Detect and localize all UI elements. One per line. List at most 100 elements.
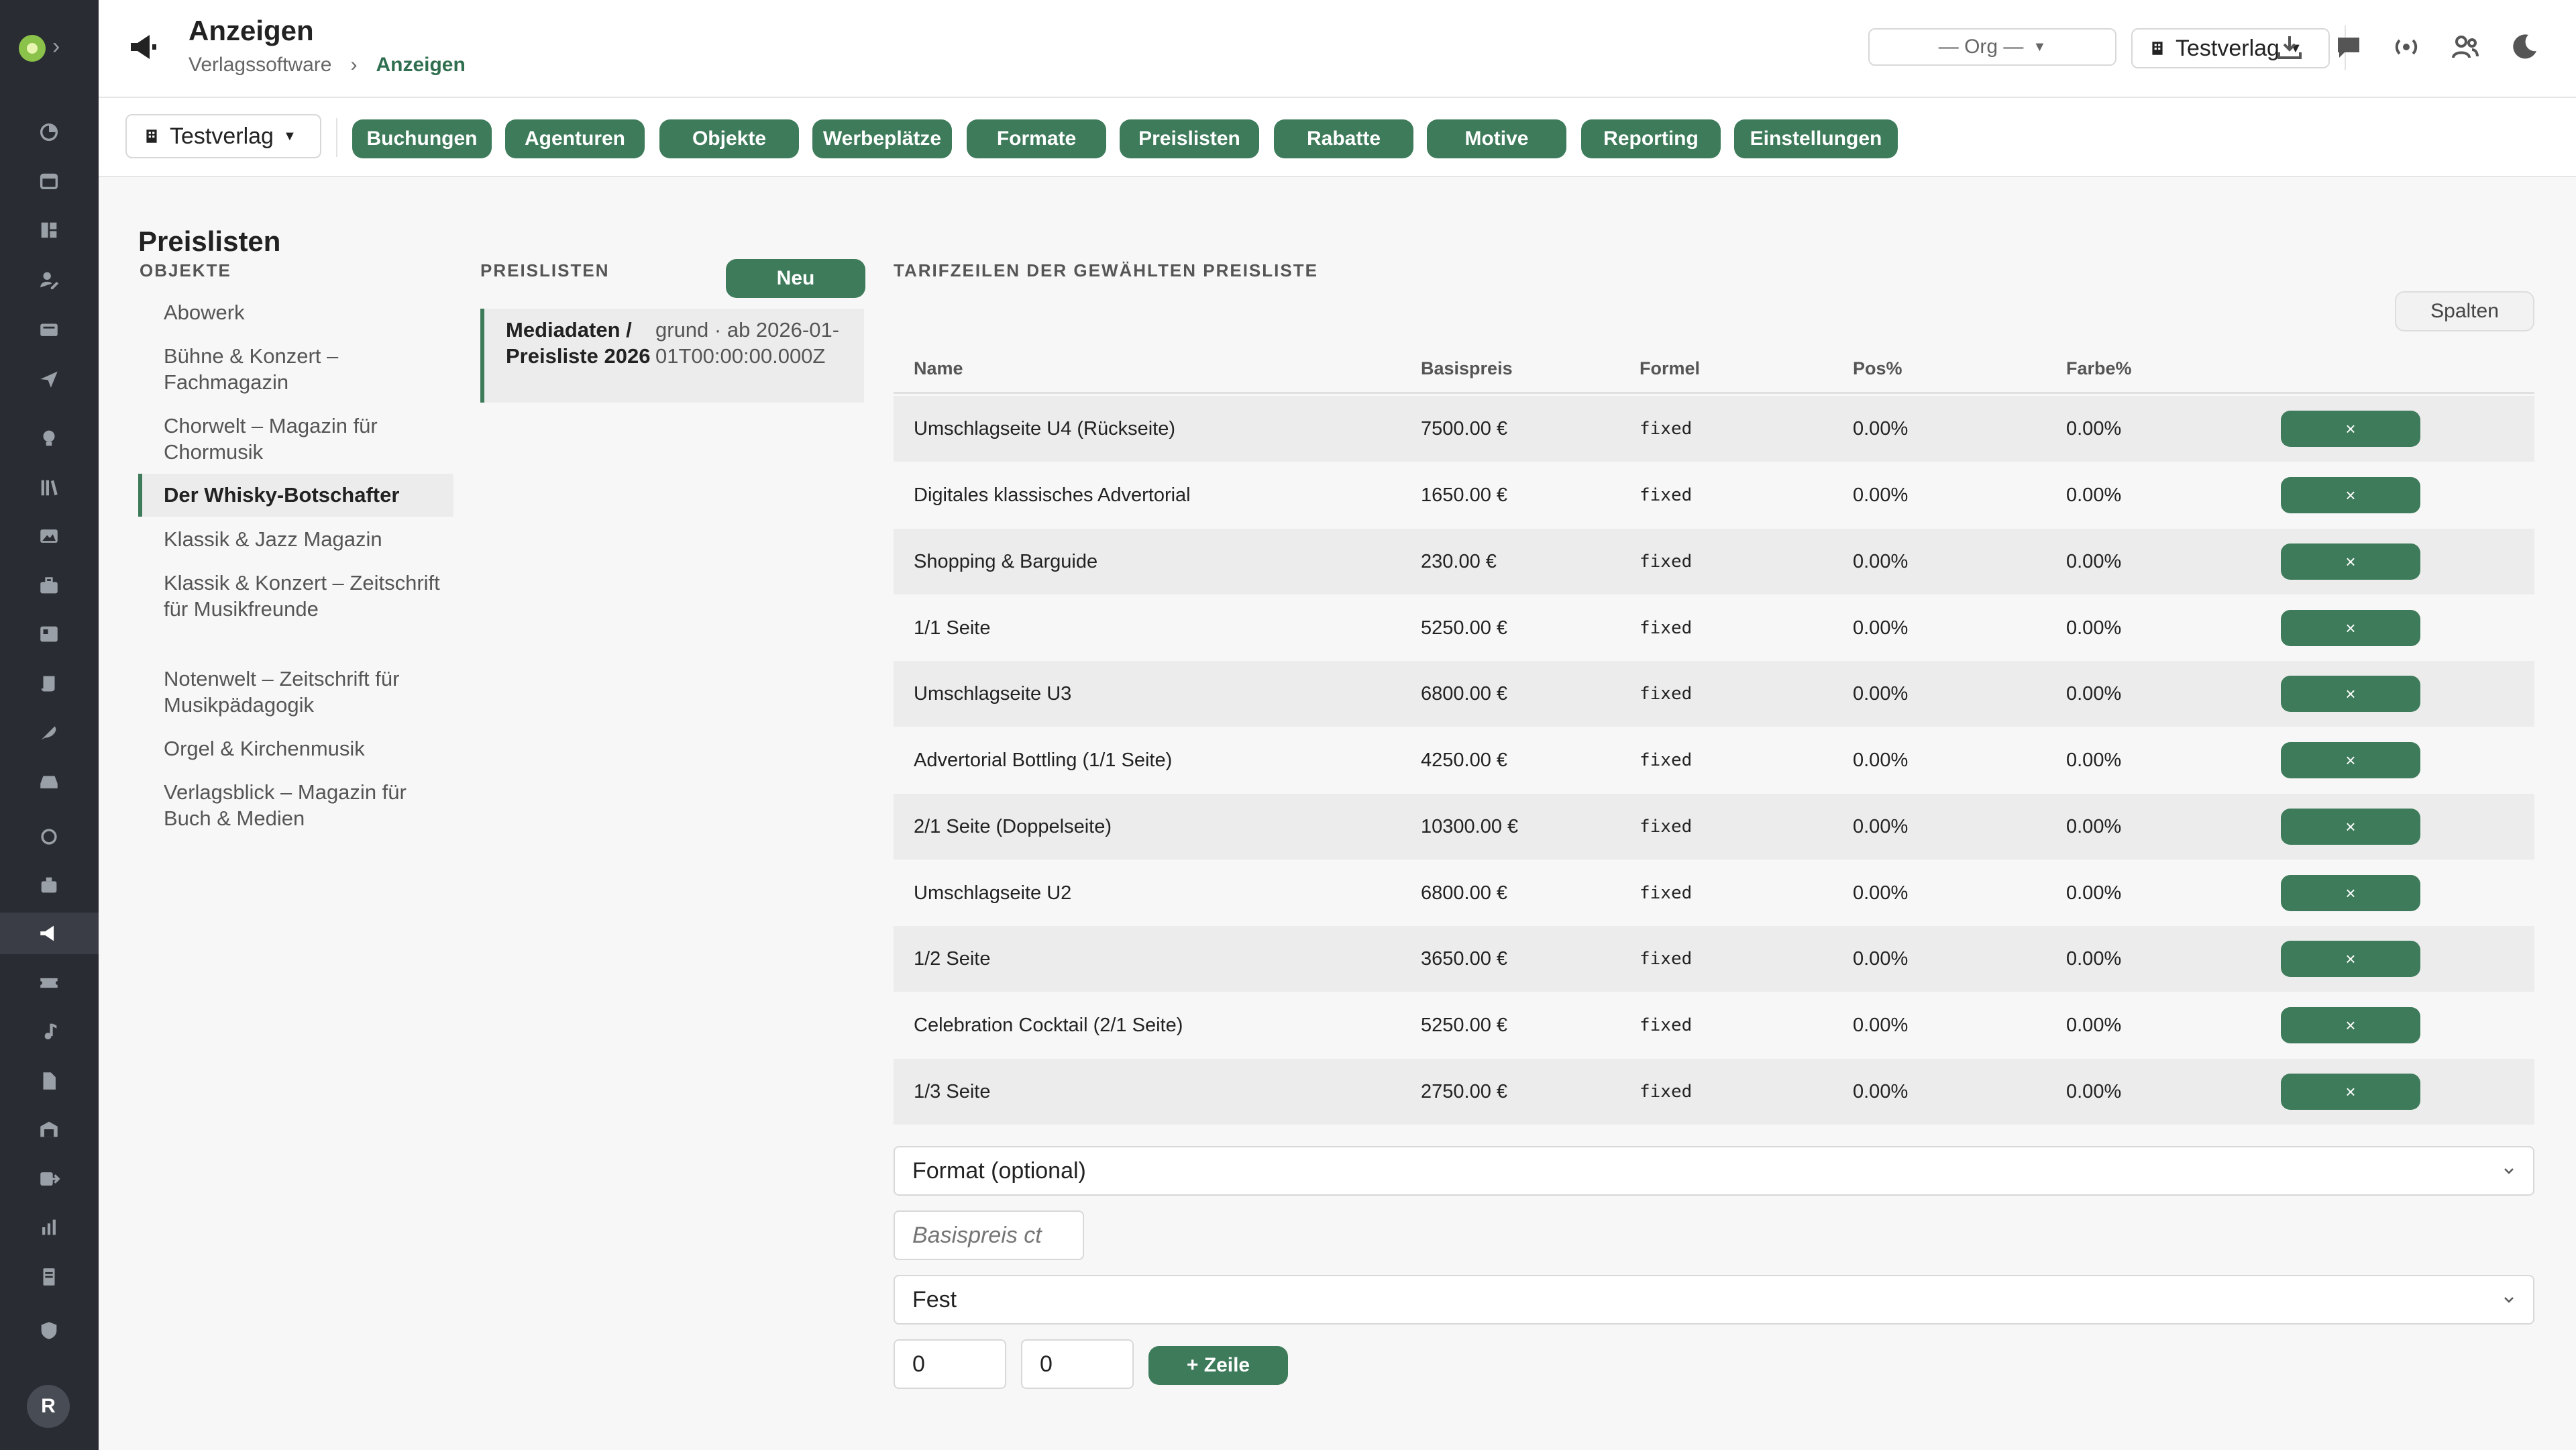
format-select[interactable]: Format (optional) [894, 1146, 2534, 1196]
cell-formula: fixed [1640, 618, 1693, 638]
color-percent-input[interactable]: 0 [1021, 1339, 1134, 1389]
delete-row-button[interactable]: × [2281, 610, 2420, 646]
breadcrumb-current: Anzeigen [376, 54, 466, 76]
cell-price: 5250.00 € [1421, 1014, 1508, 1036]
delete-row-button[interactable]: × [2281, 1007, 2420, 1043]
export-icon[interactable] [34, 1163, 64, 1194]
board-icon[interactable] [34, 619, 64, 650]
briefcase-icon[interactable] [34, 570, 64, 601]
inbox-icon[interactable] [34, 314, 64, 345]
cell-price: 10300.00 € [1421, 815, 1519, 837]
cell-formula: fixed [1640, 552, 1693, 572]
megaphone-icon[interactable] [34, 918, 64, 949]
ticket-icon[interactable] [34, 968, 64, 998]
bar-chart-icon[interactable] [34, 1212, 64, 1243]
object-item[interactable]: Bühne & Konzert – Fachmagazin [164, 343, 445, 395]
table-row: Shopping & Barguide 230.00 € fixed 0.00%… [894, 529, 2534, 594]
suitcase-icon[interactable] [34, 870, 64, 900]
pricelist-item[interactable]: Mediadaten / Preisliste 2026 grund · ab … [480, 309, 864, 403]
receipt-icon[interactable] [34, 1261, 64, 1292]
cell-pos: 0.00% [1853, 947, 1909, 970]
columns-button[interactable]: Spalten [2395, 291, 2534, 331]
calendar-icon[interactable] [34, 165, 64, 196]
chat-icon[interactable] [2332, 31, 2365, 63]
download-icon[interactable] [2273, 31, 2306, 63]
cell-price: 6800.00 € [1421, 882, 1508, 904]
user-avatar[interactable]: R [27, 1385, 70, 1428]
delete-row-button[interactable]: × [2281, 411, 2420, 447]
new-pricelist-button[interactable]: Neu [726, 259, 865, 298]
cell-color: 0.00% [2066, 1080, 2122, 1102]
tab-formate[interactable]: Formate [967, 119, 1106, 158]
cell-name: Shopping & Barguide [914, 550, 1098, 572]
shield-icon[interactable] [34, 1315, 64, 1346]
tab-rabatte[interactable]: Rabatte [1274, 119, 1413, 158]
cell-formula: fixed [1640, 684, 1693, 704]
delete-row-button[interactable]: × [2281, 809, 2420, 845]
delete-row-button[interactable]: × [2281, 875, 2420, 911]
table-row: 1/2 Seite 3650.00 € fixed 0.00% 0.00% × [894, 926, 2534, 992]
object-item[interactable]: Orgel & Kirchenmusik [164, 735, 445, 762]
image-icon[interactable] [34, 521, 64, 552]
lightbulb-icon[interactable] [34, 423, 64, 454]
object-item[interactable]: Klassik & Konzert – Zeitschrift für Musi… [164, 570, 445, 622]
formula-select[interactable]: Fest [894, 1275, 2534, 1325]
cell-pos: 0.00% [1853, 1080, 1909, 1102]
object-item[interactable]: Chorwelt – Magazin für Chormusik [164, 413, 445, 465]
moon-icon[interactable] [2508, 31, 2540, 63]
app-logo-icon[interactable] [19, 35, 46, 62]
tab-preislisten[interactable]: Preislisten [1120, 119, 1259, 158]
cell-formula: fixed [1640, 949, 1693, 969]
tab-einstellungen[interactable]: Einstellungen [1734, 119, 1898, 158]
object-item[interactable]: Verlagsblick – Magazin für Buch & Medien [164, 779, 445, 831]
add-row-button[interactable]: + Zeile [1148, 1346, 1288, 1385]
tab-motive[interactable]: Motive [1427, 119, 1566, 158]
tab-reporting[interactable]: Reporting [1581, 119, 1721, 158]
warehouse-icon[interactable] [34, 1114, 64, 1145]
layout-icon[interactable] [34, 215, 64, 246]
music-icon[interactable] [34, 1016, 64, 1047]
feather-icon[interactable] [34, 717, 64, 747]
delete-row-button[interactable]: × [2281, 742, 2420, 778]
base-price-input[interactable] [894, 1210, 1084, 1260]
send-icon[interactable] [34, 364, 64, 395]
cell-pos: 0.00% [1853, 484, 1909, 506]
formula-select-value: Fest [912, 1286, 957, 1312]
object-item[interactable]: Abowerk [164, 299, 445, 325]
breadcrumb-root[interactable]: Verlagssoftware [189, 54, 331, 76]
object-item[interactable]: Notenwelt – Zeitschrift für Musikpädagog… [164, 666, 445, 718]
broadcast-icon[interactable] [2390, 31, 2422, 63]
delete-row-button[interactable]: × [2281, 477, 2420, 513]
users-icon[interactable] [2449, 31, 2481, 63]
delete-row-button[interactable]: × [2281, 941, 2420, 977]
tab-buchungen[interactable]: Buchungen [352, 119, 492, 158]
cell-name: Celebration Cocktail (2/1 Seite) [914, 1014, 1183, 1036]
tab-agenturen[interactable]: Agenturen [505, 119, 645, 158]
cell-color: 0.00% [2066, 484, 2122, 506]
scroll-icon[interactable] [34, 668, 64, 699]
delete-row-button[interactable]: × [2281, 543, 2420, 580]
delete-row-button[interactable]: × [2281, 1074, 2420, 1110]
user-edit-icon[interactable] [34, 264, 64, 295]
cell-pos: 0.00% [1853, 617, 1909, 639]
delete-row-button[interactable]: × [2281, 676, 2420, 712]
publisher-select[interactable]: Testverlag ▼ [125, 114, 321, 158]
column-header-formel: Formel [1640, 358, 1701, 378]
circle-icon[interactable] [34, 821, 64, 852]
cell-formula: fixed [1640, 750, 1693, 770]
tab-werbeplaetze[interactable]: Werbeplätze [812, 119, 952, 158]
dashboard-icon[interactable] [34, 117, 64, 148]
drive-icon[interactable] [34, 766, 64, 797]
cell-color: 0.00% [2066, 682, 2122, 705]
object-item[interactable]: Klassik & Jazz Magazin [164, 526, 445, 552]
expand-chevron-icon[interactable]: › [52, 34, 60, 60]
tab-objekte[interactable]: Objekte [659, 119, 799, 158]
column-header-name: Name [914, 358, 963, 378]
object-item-active[interactable]: Der Whisky-Botschafter [164, 482, 445, 508]
library-icon[interactable] [34, 472, 64, 503]
document-icon[interactable] [34, 1066, 64, 1096]
pos-percent-input[interactable]: 0 [894, 1339, 1006, 1389]
cell-pos: 0.00% [1853, 1014, 1909, 1036]
org-select[interactable]: — Org — ▼ [1868, 28, 2116, 66]
cell-formula: fixed [1640, 1015, 1693, 1035]
